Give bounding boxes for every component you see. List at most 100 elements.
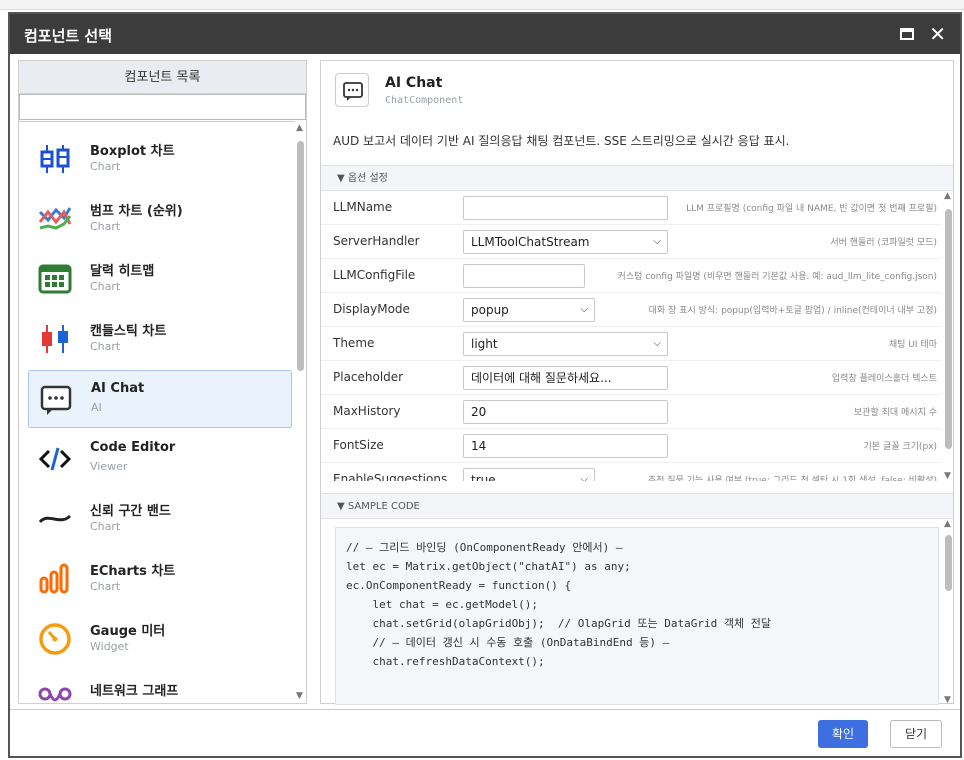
options-section-header[interactable]: ▼ 옵션 설정 (321, 165, 953, 191)
scroll-thumb[interactable] (945, 535, 952, 591)
band-icon (38, 514, 72, 524)
option-label: DisplayMode (333, 302, 410, 316)
list-item-network-graph[interactable]: 네트워크 그래프 (28, 670, 292, 703)
list-item-gauge[interactable]: Gauge 미터 Widget (28, 610, 292, 668)
scroll-up-icon[interactable]: ▲ (296, 123, 303, 133)
list-item-name: 범프 차트 (순위) (90, 204, 183, 219)
scroll-up-icon[interactable]: ▲ (944, 191, 951, 201)
list-item-name: 캔들스틱 차트 (90, 324, 167, 339)
detail-icon-box (335, 73, 369, 107)
list-item-boxplot[interactable]: Boxplot 차트 Chart (28, 130, 292, 188)
scroll-down-icon[interactable]: ▼ (296, 691, 303, 701)
option-description: 서버 핸들러 (코파일럿 모드) (830, 238, 937, 248)
code-line: ec.OnComponentReady = function() { (346, 579, 572, 592)
select-value: light (471, 337, 498, 351)
option-row-enablesuggestions: EnableSuggestions true ⌵ 추천 질문 기능 사용 여부 … (321, 463, 941, 481)
chat-icon (40, 385, 72, 415)
scroll-thumb[interactable] (297, 141, 304, 371)
option-description: 커스텀 config 파일명 (비우면 핸들러 기본값 사용. 예: aud_l… (617, 272, 937, 282)
list-item-category: Viewer (90, 460, 128, 473)
dialog-title: 컴포넌트 선택 (24, 27, 113, 45)
sample-code-section-header[interactable]: ▼ SAMPLE CODE (321, 493, 953, 519)
option-row-theme: Theme light ⌵ 채팅 UI 테마 (321, 327, 941, 361)
theme-select[interactable]: light ⌵ (463, 332, 668, 356)
option-description: 채팅 UI 테마 (888, 340, 937, 350)
list-item-candlestick[interactable]: 캔들스틱 차트 Chart (28, 310, 292, 368)
option-description: 추천 질문 기능 사용 여부 (true: 그리드 첫 셀탄 시 1회 생성, … (647, 476, 937, 481)
sample-code-section-label: SAMPLE CODE (347, 501, 420, 512)
dialog-footer: 확인 닫기 (10, 709, 960, 756)
close-button[interactable]: 닫기 (890, 720, 942, 748)
component-list-panel: 컴포넌트 목록 Boxplot 차트 Chart 범프 차트 (순위) Char… (18, 60, 307, 704)
list-item-name: 신뢰 구간 밴드 (90, 504, 171, 519)
list-item-bump-chart[interactable]: 범프 차트 (순위) Chart (28, 190, 292, 248)
component-detail-panel: AI Chat ChatComponent AUD 보고서 데이터 기반 AI … (320, 60, 954, 705)
list-item-category: Chart (90, 160, 121, 173)
boxplot-icon (40, 145, 70, 173)
list-item-category: Chart (90, 220, 121, 233)
component-list-scrollbar[interactable]: ▲ ▼ (295, 121, 306, 703)
list-item-name: Gauge 미터 (90, 624, 166, 639)
scroll-down-icon[interactable]: ▼ (944, 471, 951, 481)
option-label: FontSize (333, 438, 384, 452)
options-section-label: 옵션 설정 (347, 173, 388, 184)
options-scrollbar[interactable]: ▲ ▼ (943, 191, 953, 481)
list-item-echarts[interactable]: ECharts 차트 Chart (28, 550, 292, 608)
option-description: 기본 글꼴 크기(px) (863, 442, 937, 452)
code-scrollbar[interactable]: ▲ ▼ (943, 519, 953, 705)
option-description: 입력창 플레이스홀더 텍스트 (831, 374, 937, 384)
code-line: chat.refreshDataContext(); (346, 655, 545, 668)
option-row-llmname: LLMName LLM 프로필명 (config 파일 내 NAME, 빈 값이… (321, 191, 941, 225)
option-row-llmconfigfile: LLMConfigFile 커스텀 config 파일명 (비우면 핸들러 기본… (321, 259, 941, 293)
list-item-category: Widget (90, 640, 129, 653)
displaymode-select[interactable]: popup ⌵ (463, 298, 595, 322)
component-list-header: 컴포넌트 목록 (19, 61, 306, 94)
scroll-up-icon[interactable]: ▲ (944, 519, 951, 529)
maxhistory-input[interactable]: 20 (463, 400, 668, 424)
list-item-name: AI Chat (91, 381, 145, 396)
options-area: LLMName LLM 프로필명 (config 파일 내 NAME, 빈 값이… (321, 191, 953, 481)
fontsize-input[interactable]: 14 (463, 434, 668, 458)
detail-description: AUD 보고서 데이터 기반 AI 질의응답 채팅 컴포넌트. SSE 스트리밍… (333, 134, 790, 148)
option-row-serverhandler: ServerHandler LLMToolChatStream ⌵ 서버 핸들러… (321, 225, 941, 259)
list-item-calendar-heatmap[interactable]: 달력 히트맵 Chart (28, 250, 292, 308)
close-icon[interactable]: ✕ (929, 22, 946, 46)
serverhandler-select[interactable]: LLMToolChatStream ⌵ (463, 230, 668, 254)
scroll-down-icon[interactable]: ▼ (944, 695, 951, 705)
llmconfigfile-input[interactable] (463, 264, 585, 288)
candlestick-icon (42, 325, 68, 353)
enablesuggestions-select[interactable]: true ⌵ (463, 468, 595, 481)
option-description: LLM 프로필명 (config 파일 내 NAME, 빈 값이면 첫 번째 프… (686, 204, 937, 214)
ok-button[interactable]: 확인 (818, 720, 868, 748)
select-value: true (471, 473, 496, 481)
list-item-category: Chart (90, 520, 121, 533)
option-row-maxhistory: MaxHistory 20 보관할 최대 메시지 수 (321, 395, 941, 429)
list-item-category: Chart (90, 280, 121, 293)
gauge-icon (39, 623, 71, 655)
maximize-icon[interactable] (900, 28, 914, 40)
option-label: EnableSuggestions (333, 472, 448, 481)
component-select-dialog: 컴포넌트 선택 ✕ 컴포넌트 목록 Boxplot 차트 Chart 범프 차트… (8, 12, 962, 758)
list-item-ai-chat[interactable]: AI Chat AI (28, 370, 292, 428)
option-row-displaymode: DisplayMode popup ⌵ 대화 창 표시 방식: popup(입력… (321, 293, 941, 327)
option-row-placeholder: Placeholder 데이터에 대해 질문하세요... 입력창 플레이스홀더 … (321, 361, 941, 395)
sample-code-block[interactable]: // — 그리드 바인딩 (OnComponentReady 안에서) — let… (335, 527, 939, 705)
list-item-name: Boxplot 차트 (90, 144, 175, 159)
list-item-category: Chart (90, 340, 121, 353)
option-row-fontsize: FontSize 14 기본 글꼴 크기(px) (321, 429, 941, 463)
dialog-titlebar[interactable]: 컴포넌트 선택 ✕ (10, 14, 960, 54)
llmname-input[interactable] (463, 196, 668, 220)
list-item-confidence-band[interactable]: 신뢰 구간 밴드 Chart (28, 490, 292, 548)
component-search-input[interactable] (19, 94, 306, 120)
list-item-code-editor[interactable]: Code Editor Viewer (28, 430, 292, 488)
option-label: ServerHandler (333, 234, 420, 248)
bump-chart-icon (38, 207, 72, 230)
option-label: LLMName (333, 200, 393, 214)
chevron-down-icon: ⌵ (580, 474, 588, 481)
list-item-name: ECharts 차트 (90, 564, 176, 579)
placeholder-input[interactable]: 데이터에 대해 질문하세요... (463, 366, 668, 390)
select-value: LLMToolChatStream (471, 235, 590, 249)
chevron-down-icon: ▼ (337, 173, 345, 184)
scroll-thumb[interactable] (945, 209, 952, 449)
calendar-heatmap-icon (38, 264, 72, 294)
